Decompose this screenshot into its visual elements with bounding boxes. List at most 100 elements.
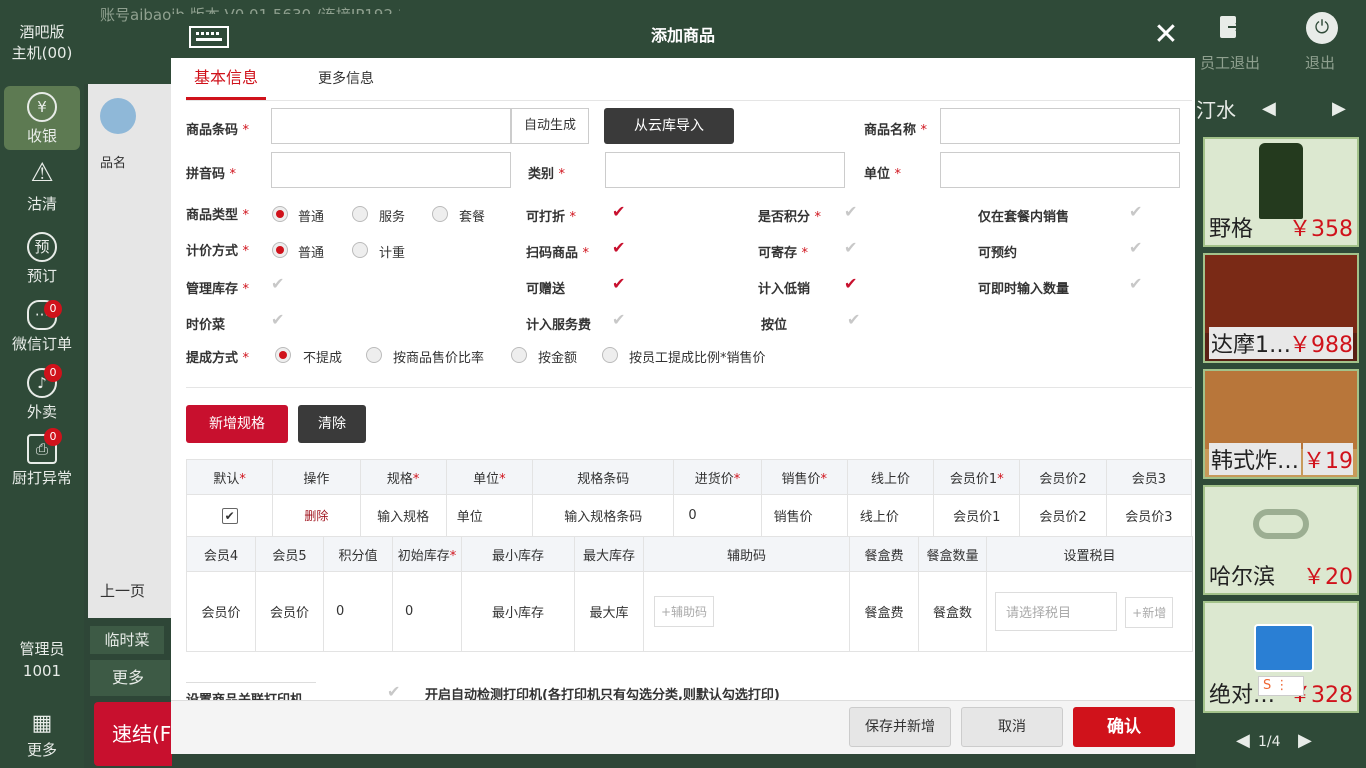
close-icon[interactable]: ✕ (1151, 20, 1181, 50)
cloud-import-button[interactable]: 从云库导入 (604, 108, 734, 144)
sidebar-item-label: 外卖 (26, 403, 57, 421)
box-fee-input[interactable]: 餐盒费 (849, 571, 919, 652)
confirm-button[interactable]: 确认 (1073, 707, 1175, 747)
sidebar-item-more[interactable]: ▦ 更多 (4, 712, 80, 766)
sidebar-item-reserve[interactable]: 预 预订 (4, 232, 80, 286)
member-price-5-input[interactable]: 会员价 (255, 571, 324, 652)
online-price-input[interactable]: 线上价 (846, 494, 935, 537)
spec-barcode-input[interactable]: 输入规格条码 (531, 494, 675, 537)
commission-none-radio[interactable] (275, 347, 291, 363)
temp-dish-button[interactable]: 临时菜 (90, 626, 164, 654)
unit-input[interactable] (940, 152, 1180, 188)
add-aux-code-button[interactable]: +辅助码 (654, 596, 715, 627)
tab-divider (186, 100, 1192, 101)
storable-checkbox[interactable]: ✔ (844, 240, 864, 256)
service-fee-checkbox[interactable]: ✔ (612, 312, 632, 328)
product-price: ￥19 (1303, 443, 1353, 475)
initial-stock-input[interactable]: 0 (392, 571, 462, 652)
add-tax-button[interactable]: +新增 (1125, 597, 1174, 628)
pinyin-input[interactable] (271, 152, 511, 188)
min-consume-checkbox[interactable]: ✔ (844, 276, 864, 292)
clear-button[interactable]: 清除 (298, 405, 366, 443)
scan-label: 扫码商品 * (526, 246, 590, 261)
printer-auto-checkbox[interactable]: ✔ (387, 684, 407, 700)
category-label: 类别 * (528, 167, 566, 182)
commission-ratio-radio[interactable] (366, 347, 382, 363)
staff-logout-label[interactable]: 员工退出 (1200, 52, 1260, 73)
combo-only-checkbox[interactable]: ✔ (1129, 204, 1149, 220)
sale-price-input[interactable]: 销售价 (760, 494, 848, 537)
sidebar-item-delivery[interactable]: ♪ 外卖 0 (4, 364, 80, 422)
category-select[interactable] (605, 152, 845, 188)
cancel-button[interactable]: 取消 (961, 707, 1063, 747)
product-card[interactable]: 哈尔滨 ￥20 (1203, 485, 1359, 595)
tab-more-info[interactable]: 更多信息 (311, 64, 381, 100)
member-price-4-input[interactable]: 会员价 (186, 571, 256, 652)
sidebar-item-label: 微信订单 (11, 335, 72, 353)
product-card[interactable]: 野格 ￥358 (1203, 137, 1359, 247)
scan-checkbox[interactable]: ✔ (612, 240, 632, 256)
category-tab[interactable]: 汀水 (1196, 94, 1236, 123)
instant-qty-checkbox[interactable]: ✔ (1129, 276, 1149, 292)
page-prev-icon[interactable]: ◀ (1236, 730, 1250, 751)
member-price-2-input[interactable]: 会员价2 (1019, 494, 1107, 537)
sidebar-item-print-error[interactable]: ⎙ 厨打异常 0 (4, 428, 80, 488)
more-button[interactable]: 更多 (90, 660, 170, 696)
radio-label: 按金额 (538, 351, 578, 366)
chevron-left-icon[interactable]: ◀ (1262, 98, 1276, 119)
giftable-checkbox[interactable]: ✔ (612, 276, 632, 292)
delete-link[interactable]: 删除 (272, 494, 361, 537)
member-price-1-input[interactable]: 会员价1 (933, 494, 1021, 537)
purchase-price-input[interactable]: 0 (673, 494, 762, 537)
default-checkbox[interactable]: ✔ (221, 507, 238, 524)
discountable-checkbox[interactable]: ✔ (612, 204, 632, 220)
unit-input[interactable]: 单位 (445, 494, 534, 537)
col-purchase-price: 进货价* (673, 459, 762, 495)
points-input[interactable]: 0 (323, 571, 393, 652)
commission-staff-radio[interactable] (602, 347, 618, 363)
tax-select[interactable]: 请选择税目 (995, 592, 1117, 631)
pricing-weight-radio[interactable] (352, 242, 368, 258)
sidebar-item-cashier[interactable]: ¥ 收银 (4, 86, 80, 150)
power-icon[interactable]: ⏻ (1306, 12, 1338, 44)
ime-icon[interactable]: S ⋮ (1258, 676, 1304, 696)
product-name: 哈尔滨 (1209, 565, 1276, 590)
seasonal-checkbox[interactable]: ✔ (271, 312, 291, 328)
by-position-checkbox[interactable]: ✔ (847, 312, 867, 328)
page-next-icon[interactable]: ▶ (1298, 730, 1312, 751)
min-stock-input[interactable]: 最小库存 (461, 571, 575, 652)
spec-input[interactable]: 输入规格 (359, 494, 447, 537)
keyboard-icon[interactable] (1254, 624, 1314, 672)
col-initial-stock: 初始库存* (392, 536, 462, 572)
type-combo-radio[interactable] (432, 206, 448, 222)
chevron-right-icon[interactable]: ▶ (1332, 98, 1346, 119)
logout-label[interactable]: 退出 (1305, 52, 1335, 73)
product-card[interactable]: 达摩1… ￥988 (1203, 253, 1359, 363)
sidebar-item-soldout[interactable]: ⚠ 沽清 (4, 160, 80, 214)
type-normal-radio[interactable] (272, 206, 288, 222)
product-name-input[interactable] (940, 108, 1180, 144)
pricing-normal-radio[interactable] (272, 242, 288, 258)
member-price-3-input[interactable]: 会员价3 (1105, 494, 1193, 537)
product-card[interactable]: 韩式炸… ￥19 (1203, 369, 1359, 479)
add-spec-button[interactable]: 新增规格 (186, 405, 288, 443)
tab-basic-info[interactable]: 基本信息 (186, 64, 266, 100)
manage-stock-checkbox[interactable]: ✔ (271, 276, 291, 292)
quick-settle-button[interactable]: 速结(F (94, 702, 172, 766)
radio-label: 普通 (298, 246, 325, 261)
reservable-checkbox[interactable]: ✔ (1129, 240, 1149, 256)
max-stock-input[interactable]: 最大库 (574, 571, 644, 652)
type-service-radio[interactable] (352, 206, 368, 222)
box-qty-input[interactable]: 餐盒数 (918, 571, 987, 652)
sidebar-item-wechat[interactable]: ··· 微信订单 0 (4, 300, 80, 354)
points-checkbox[interactable]: ✔ (844, 204, 864, 220)
staff-logout-icon[interactable] (1214, 12, 1246, 44)
save-and-new-button[interactable]: 保存并新增 (849, 707, 951, 747)
barcode-input[interactable] (271, 108, 511, 144)
col-spec: 规格* (359, 459, 447, 495)
commission-amount-radio[interactable] (511, 347, 527, 363)
auto-generate-button[interactable]: 自动生成 (511, 108, 589, 144)
radio-label: 按商品售价比率 (393, 351, 485, 366)
prev-page-button[interactable]: 上一页 (100, 580, 145, 601)
product-price: ￥988 (1289, 327, 1353, 359)
